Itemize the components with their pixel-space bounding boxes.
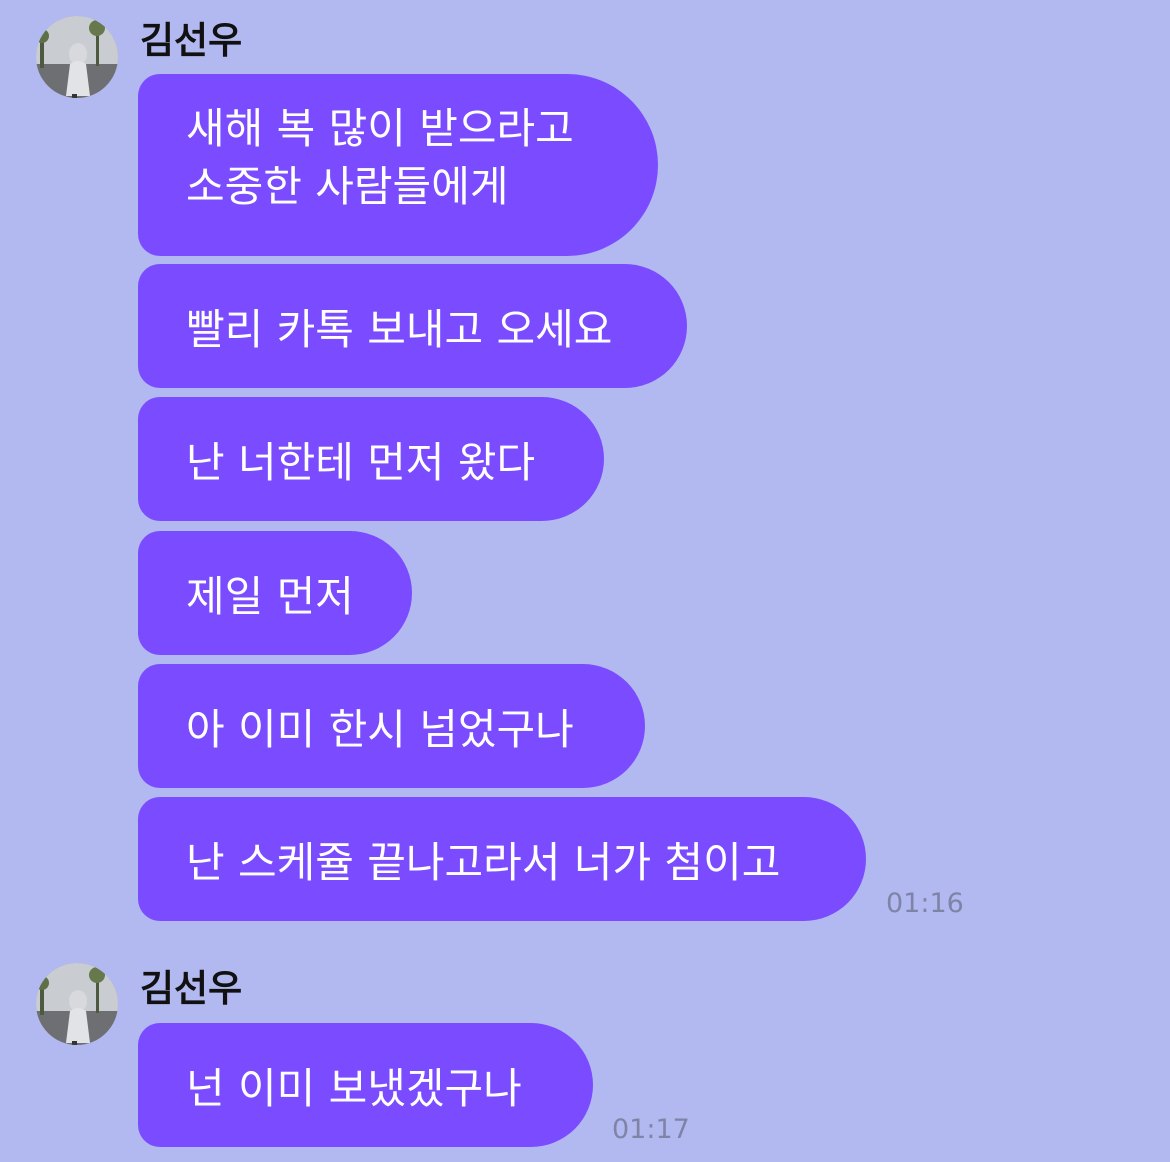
sender-avatar[interactable] [36,16,118,98]
message-bubble[interactable]: 새해 복 많이 받으라고 소중한 사람들에게 [138,74,658,256]
message-line: 새해 복 많이 받으라고 [186,104,574,153]
message-line: 소중한 사람들에게 [186,162,509,211]
message-bubble[interactable]: 제일 먼저 [138,531,412,655]
message-bubble[interactable]: 빨리 카톡 보내고 오세요 [138,264,687,388]
profile-photo-icon [36,963,118,1045]
sender-avatar[interactable] [36,963,118,1045]
message-bubble[interactable]: 넌 이미 보냈겠구나 [138,1023,593,1147]
message-timestamp: 01:16 [886,888,964,919]
message-bubble[interactable]: 난 너한테 먼저 왔다 [138,397,604,521]
sender-name: 김선우 [140,967,243,1010]
sender-name: 김선우 [140,19,243,62]
profile-photo-icon [36,16,118,98]
message-timestamp: 01:17 [612,1114,690,1145]
message-bubble[interactable]: 아 이미 한시 넘었구나 [138,664,645,788]
message-bubble[interactable]: 난 스케쥴 끝나고라서 너가 첨이고 [138,797,866,921]
